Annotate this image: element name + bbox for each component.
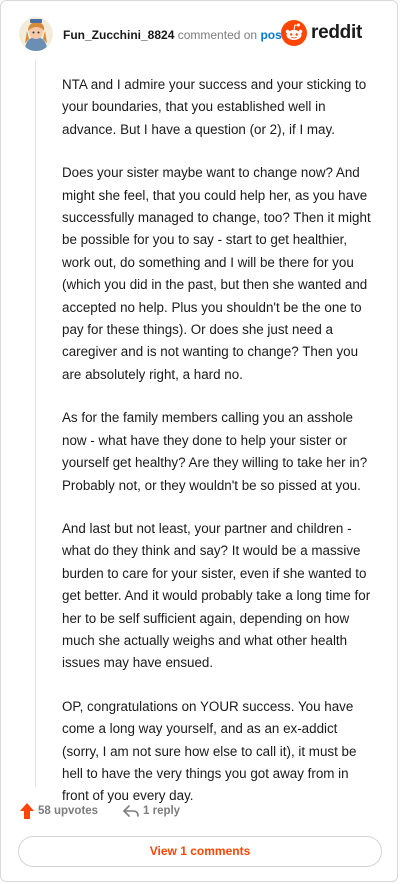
- comment-header: Fun_Zucchini_8824 commented on post redd…: [15, 15, 383, 53]
- thread-line[interactable]: [35, 59, 36, 787]
- comment-byline: Fun_Zucchini_8824 commented on post: [63, 28, 286, 42]
- commented-on-text: commented on: [177, 28, 258, 42]
- reddit-logo-icon: [281, 20, 307, 46]
- view-comments-button[interactable]: View 1 comments: [18, 836, 382, 867]
- username-link[interactable]: Fun_Zucchini_8824: [63, 28, 174, 42]
- comment-body: NTA and I admire your success and your s…: [62, 74, 374, 829]
- comment-paragraph: OP, congratulations on YOUR success. You…: [62, 698, 357, 804]
- upvote-count: 58 upvotes: [38, 805, 99, 817]
- user-avatar[interactable]: [19, 17, 53, 51]
- comment-paragraph: NTA and I admire your success and your s…: [62, 77, 367, 137]
- reddit-wordmark: reddit: [311, 22, 362, 43]
- avatar-illustration-icon: [19, 17, 53, 51]
- reply-count: 1 reply: [143, 805, 181, 817]
- comment-paragraph: Does your sister maybe want to change no…: [62, 165, 371, 382]
- reply-arrow-icon: [123, 805, 139, 817]
- upvote-arrow-icon: [20, 803, 34, 819]
- reddit-brand[interactable]: reddit: [281, 20, 383, 48]
- comment-paragraph: And last but not least, your partner and…: [62, 520, 371, 671]
- comment-card: Fun_Zucchini_8824 commented on post redd…: [0, 0, 398, 882]
- comment-paragraph: As for the family members calling you an…: [62, 410, 368, 493]
